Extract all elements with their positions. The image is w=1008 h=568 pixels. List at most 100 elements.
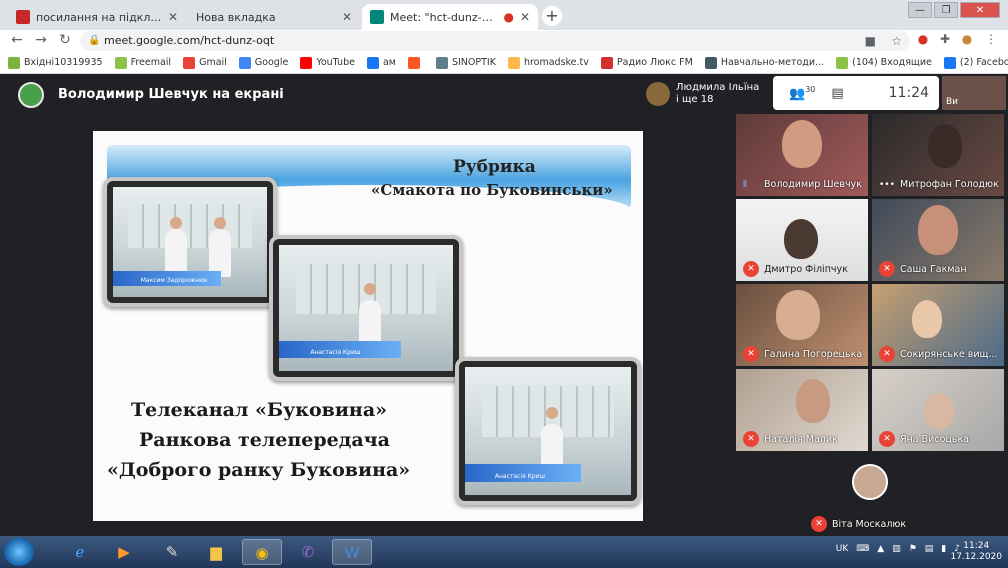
slide-line-3: «Доброго ранку Буковина» (107, 459, 411, 481)
profile-avatar-icon[interactable]: ● (958, 32, 976, 46)
bookmark-label: Gmail (199, 57, 227, 68)
window-controls: — ❐ ✕ (906, 2, 1000, 18)
taskbar-clock[interactable]: 11:24 17.12.2020 (950, 541, 1002, 563)
participant-name: Митрофан Голодюк (900, 179, 999, 190)
bookmark-icon (600, 56, 613, 69)
tab-gmail[interactable]: посилання на підключення • пош ✕ (8, 4, 186, 30)
viber-icon[interactable]: ✆ (288, 539, 328, 565)
participant-tile[interactable]: ✕ Віта Москалюк (804, 454, 938, 536)
bookmark-item[interactable]: hromadske.tv (507, 56, 589, 69)
bookmark-icon (943, 56, 956, 69)
tab-title: посилання на підключення • пош (36, 10, 162, 24)
close-tab-icon[interactable]: ✕ (520, 10, 530, 24)
close-tab-icon[interactable]: ✕ (342, 10, 352, 24)
gmail-favicon-icon (16, 10, 30, 24)
chrome-icon[interactable]: ◉ (242, 539, 282, 565)
self-view-name: Ви (946, 97, 959, 107)
tab-new[interactable]: Нова вкладка ✕ (188, 4, 360, 30)
bookmark-item[interactable]: Google (238, 56, 289, 69)
slide-rubric-title: Рубрика (453, 157, 536, 177)
bookmark-item[interactable]: (2) Facebook (943, 56, 1008, 69)
participant-name: Сокирянське вищ... (900, 349, 998, 360)
reload-icon[interactable]: ↻ (56, 32, 74, 48)
participant-tile[interactable]: ✕ Наталія Малик (736, 369, 868, 451)
browser-toolbar: ← → ↻ 🔒 meet.google.com/hct-dunz-oqt ■ ☆… (0, 30, 1008, 52)
organization-logo-icon (18, 82, 44, 108)
bookmark-item[interactable]: Вхідні10319935 (8, 56, 103, 69)
flag-icon[interactable]: ⚑ (909, 544, 917, 554)
participant-tile[interactable]: ✕ Саша Гакман (872, 199, 1004, 281)
system-tray: UK ⌨ ▲ ▥ ⚑ ▤ ▮ ♪ (836, 544, 960, 554)
close-tab-icon[interactable]: ✕ (168, 10, 178, 24)
tray-arrow-icon[interactable]: ▲ (877, 544, 884, 554)
participant-tile[interactable]: ✕ Яна Висоцька (872, 369, 1004, 451)
bookmark-item[interactable]: Freemail (114, 56, 172, 69)
media-player-icon[interactable]: ▶ (104, 539, 144, 565)
extensions-puzzle-icon[interactable]: ✚ (936, 32, 954, 46)
signal-icon[interactable]: ▮ (941, 544, 946, 554)
participant-tile[interactable]: ••• Митрофан Голодюк (872, 114, 1004, 196)
taskbar-date: 17.12.2020 (950, 552, 1002, 562)
participant-avatar (852, 464, 888, 500)
slide-line-1: Телеканал «Буковина» (131, 399, 388, 421)
internet-explorer-icon[interactable]: ℯ (60, 539, 100, 565)
self-view-thumbnail[interactable]: Ви (942, 76, 1006, 110)
bookmark-label: Навчально-методи... (720, 57, 825, 68)
minimize-icon[interactable]: — (908, 2, 932, 18)
language-indicator[interactable]: UK (836, 544, 849, 554)
bookmark-item[interactable]: Gmail (183, 56, 227, 69)
opera-extension-icon[interactable]: ● (914, 32, 932, 46)
windows-taskbar: ℯ ▶ ✎ ▆ ◉ ✆ W UK ⌨ ▲ ▥ ⚑ ▤ ▮ ♪ 11:24 17.… (0, 536, 1008, 568)
bookmark-label: Google (254, 57, 289, 68)
bookmark-item[interactable]: Навчально-методи... (704, 56, 825, 69)
speaker-more: і ще 18 (676, 94, 714, 105)
network-icon[interactable]: ▥ (892, 544, 901, 554)
participant-tile[interactable]: ⦀ Володимир Шевчук (736, 114, 868, 196)
start-button[interactable] (4, 538, 34, 566)
recording-dot-icon: ● (503, 10, 514, 24)
muted-mic-icon: ✕ (743, 431, 759, 447)
tab-meet[interactable]: Meet: "hct-dunz-oqt" ● ✕ (362, 4, 538, 30)
close-window-icon[interactable]: ✕ (960, 2, 1000, 18)
monitor-icon[interactable]: ▤ (925, 544, 934, 554)
participant-tile[interactable]: ✕ Галина Погорецька (736, 284, 868, 366)
paint-icon[interactable]: ✎ (152, 539, 192, 565)
meet-header: Володимир Шевчук на екрані Людмила Ільїн… (0, 74, 1008, 112)
bookmark-label: Freemail (130, 57, 172, 68)
tv-caption-2: Анастасія Криш (310, 348, 361, 356)
tab-title: Meet: "hct-dunz-oqt" (390, 10, 498, 24)
new-tab-button[interactable]: + (542, 6, 562, 26)
chat-button[interactable]: ▤ (831, 86, 843, 101)
chat-icon: ▤ (831, 85, 844, 101)
participant-tile[interactable]: ✕ Дмитро Філіпчук (736, 199, 868, 281)
bookmark-item[interactable]: Радио Люкс FM (600, 56, 693, 69)
tab-title: Нова вкладка (196, 10, 276, 24)
bookmark-item[interactable]: SINOPTIK (435, 56, 496, 69)
taskbar-time: 11:24 (963, 541, 990, 551)
star-icon[interactable]: ☆ (891, 34, 902, 48)
bookmark-icon (704, 56, 717, 69)
bookmark-item[interactable]: ам (366, 56, 396, 69)
active-speaker-chip[interactable]: Людмила Ільїна і ще 18 (646, 79, 770, 109)
back-arrow-icon[interactable]: ← (8, 32, 26, 48)
forward-arrow-icon[interactable]: → (32, 32, 50, 48)
maximize-icon[interactable]: ❐ (934, 2, 958, 18)
bookmark-item[interactable] (407, 56, 424, 69)
keyboard-icon[interactable]: ⌨ (856, 544, 869, 554)
address-bar[interactable]: 🔒 meet.google.com/hct-dunz-oqt ■ ☆ (80, 31, 910, 51)
screen: посилання на підключення • пош ✕ Нова вк… (0, 0, 1008, 568)
bookmark-item[interactable]: (104) Входящие (836, 56, 932, 69)
meet-window: Володимир Шевчук на екрані Людмила Ільїн… (0, 74, 1008, 536)
camera-icon[interactable]: ■ (865, 34, 876, 48)
bookmark-icon (407, 56, 420, 69)
people-icon: 👥 (789, 86, 806, 102)
menu-dots-icon[interactable]: ⋮ (982, 32, 1000, 46)
tv-caption-1: Максим Задорожнюк (140, 276, 208, 284)
participants-button[interactable]: 👥30 (789, 85, 815, 101)
bookmark-item[interactable]: YouTube (300, 56, 355, 69)
participant-tile[interactable]: ✕ Сокирянське вищ... (872, 284, 1004, 366)
lock-icon: 🔒 (88, 35, 101, 46)
presentation-slide: Рубрика «Смакота по Буковинськи» Максим … (93, 131, 643, 521)
word-icon[interactable]: W (332, 539, 372, 565)
file-explorer-icon[interactable]: ▆ (196, 539, 236, 565)
